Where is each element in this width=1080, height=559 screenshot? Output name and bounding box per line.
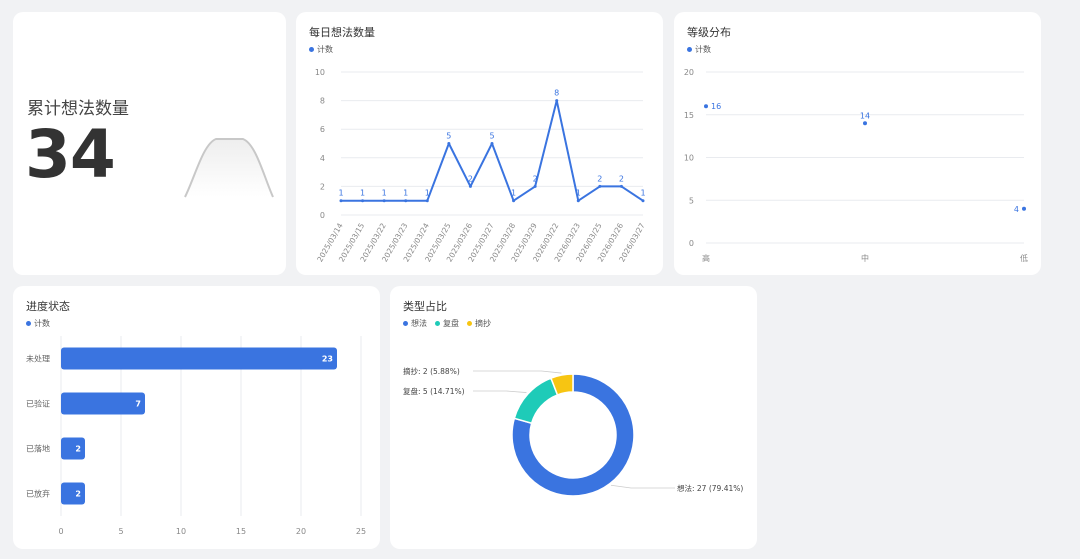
data-label: 2	[468, 174, 473, 183]
y-tick-label: 已放弃	[26, 489, 50, 499]
label-line	[473, 390, 527, 393]
slice-label: 摘抄: 2 (5.88%)	[403, 366, 460, 376]
kpi-card: 累计想法数量 34	[13, 12, 286, 275]
progress-chart-card: 进度状态 计数 0 5 10 15 20 25 未处理 23 已验证 7 已落地 2 已放弃 2	[13, 286, 380, 549]
data-point	[425, 199, 429, 203]
data-label: 5	[489, 132, 494, 141]
data-label: 1	[640, 189, 645, 198]
y-tick-label: 20	[684, 68, 694, 77]
data-point	[641, 199, 645, 203]
data-label: 1	[403, 189, 408, 198]
data-label: 8	[554, 89, 559, 98]
kpi-value: 34	[25, 116, 116, 193]
bar	[61, 347, 337, 370]
data-label: 16	[711, 102, 721, 111]
data-point	[447, 142, 451, 145]
label-line	[610, 484, 675, 489]
data-label: 1	[338, 189, 343, 198]
y-tick-label: 已验证	[26, 399, 50, 409]
y-tick-label: 未处理	[26, 354, 50, 364]
bar	[61, 437, 85, 460]
data-point	[555, 99, 559, 103]
bar	[61, 482, 85, 505]
y-tick-label: 8	[320, 97, 325, 106]
data-label: 1	[382, 189, 387, 198]
data-point	[598, 184, 602, 188]
x-tick-label: 高	[702, 253, 710, 263]
x-tick-label: 中	[861, 253, 869, 263]
x-tick-label: 5	[118, 527, 123, 536]
kpi-sparkline	[184, 138, 274, 198]
level-chart-card: 等级分布 计数 0 5 10 15 20 高中低 16 14 4	[674, 12, 1041, 275]
data-label: 1	[576, 189, 581, 198]
x-tick-label: 10	[176, 527, 186, 536]
y-tick-label: 0	[689, 239, 694, 248]
daily-line-chart[interactable]: 02468101 1 1 1 152512812 212025/03/142025/03/…	[296, 12, 663, 275]
types-donut-chart[interactable]: 想法: 27 (79.41%) 复盘: 5 (14.71%) 摘抄: 2 (5.88…	[390, 286, 757, 549]
data-point	[863, 121, 867, 126]
data-label: 5	[446, 132, 451, 141]
data-label: 2	[75, 445, 81, 454]
y-tick-label: 2	[320, 182, 325, 191]
level-scatter-chart[interactable]: 0 5 10 15 20 高 中 低 16 14 4	[674, 12, 1041, 275]
data-point	[533, 184, 537, 188]
data-point	[382, 199, 386, 203]
y-tick-label: 10	[684, 154, 694, 163]
data-point	[404, 199, 408, 203]
data-point	[361, 199, 365, 203]
data-point	[512, 199, 516, 203]
x-tick-label: 0	[58, 527, 63, 536]
slice-label: 复盘: 5 (14.71%)	[403, 386, 465, 396]
slice-label: 想法: 27 (79.41%)	[677, 483, 743, 493]
types-chart-card: 类型占比 想法 复盘 摘抄 想法: 27 (79.41%) 复盘: 5 (14.7…	[390, 286, 757, 549]
data-label: 1	[360, 189, 365, 198]
data-label: 7	[135, 400, 141, 409]
x-tick-label: 20	[296, 527, 306, 536]
data-point	[704, 104, 708, 109]
data-label: 23	[322, 355, 333, 364]
data-point	[468, 184, 472, 188]
data-label: 2	[75, 490, 81, 499]
data-point	[1022, 206, 1026, 211]
label-line	[473, 370, 562, 374]
series-line-计数	[341, 99, 644, 202]
y-tick-label: 4	[320, 154, 325, 163]
y-tick-label: 0	[320, 211, 325, 220]
donut-slice	[513, 377, 559, 425]
data-point	[490, 142, 494, 145]
bar	[61, 392, 145, 415]
y-tick-label: 15	[684, 111, 694, 120]
daily-chart-card: 每日想法数量 计数 0 2 4 6 8 10 1 1 1 1 1 5 2 5 1 2 8 1 2 2 1 2025/03/…	[296, 12, 663, 275]
y-tick-label: 已落地	[26, 444, 50, 454]
data-label: 1	[511, 189, 516, 198]
x-tick-label: 25	[356, 527, 366, 536]
x-tick-label: 15	[236, 527, 246, 536]
y-tick-label: 6	[320, 125, 325, 134]
data-point	[339, 199, 343, 203]
x-tick-label: 低	[1020, 253, 1028, 263]
data-label: 2	[533, 174, 538, 183]
data-label: 2	[619, 174, 624, 183]
data-point	[619, 184, 623, 188]
data-label: 1	[425, 189, 430, 198]
data-label: 4	[1014, 205, 1019, 214]
y-tick-label: 5	[689, 196, 694, 205]
progress-bar-chart[interactable]: 0 5 10 15 20 25 未处理 23 已验证 7 已落地 2 已放弃 2	[13, 286, 380, 549]
data-label: 14	[860, 111, 870, 120]
data-label: 2	[597, 174, 602, 183]
y-tick-label: 10	[315, 68, 325, 77]
data-point	[576, 199, 580, 203]
